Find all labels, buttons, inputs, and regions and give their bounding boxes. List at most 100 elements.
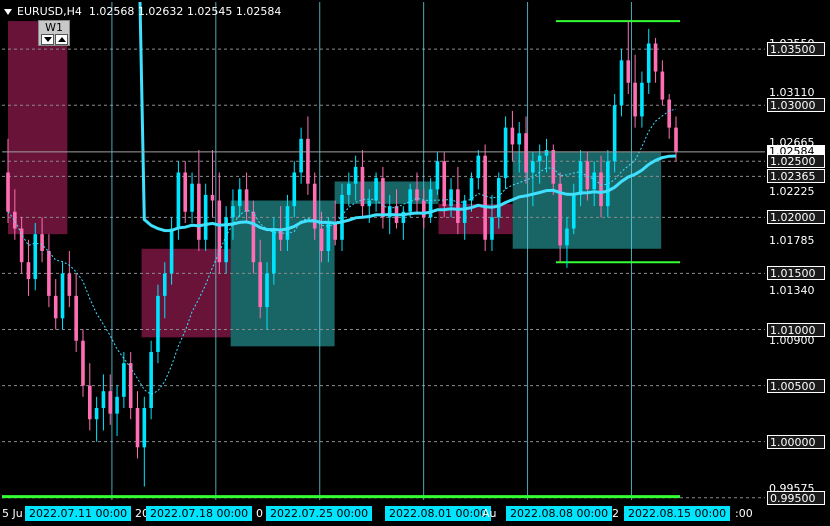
time-axis-label: 2022.08.15 00:00 xyxy=(624,506,731,521)
candle-body xyxy=(353,166,358,184)
zone-bear-1 xyxy=(141,248,231,338)
candle-body xyxy=(74,295,78,341)
price-axis-label: 1.03000 xyxy=(767,98,825,113)
candle-body xyxy=(135,408,140,448)
candle-body xyxy=(524,133,528,173)
candle-body xyxy=(231,206,235,218)
candle-body xyxy=(299,138,303,173)
candle-body xyxy=(197,183,201,240)
candle-body xyxy=(292,172,297,207)
candle-body xyxy=(674,127,678,153)
price-axis-label: 1.03500 xyxy=(767,42,825,57)
candle-body xyxy=(47,251,51,296)
candle-body xyxy=(565,228,569,246)
candle-body xyxy=(319,228,324,251)
candle-body xyxy=(183,172,188,212)
candle-body xyxy=(115,396,119,414)
candle-body xyxy=(67,273,72,296)
candle-body xyxy=(599,172,603,207)
candle-body xyxy=(244,189,249,212)
time-axis-label: 2 xyxy=(612,507,619,520)
candle-body xyxy=(33,234,38,280)
candle-body xyxy=(367,200,372,207)
candle-body xyxy=(544,150,549,156)
candle-body xyxy=(251,211,256,263)
candle-body xyxy=(40,234,44,251)
candle-body xyxy=(510,127,515,145)
price-axis-label: 1.01340 xyxy=(769,284,815,298)
candle-body xyxy=(517,133,522,145)
candle-body xyxy=(646,43,651,83)
price-axis-label: 1.01785 xyxy=(769,234,815,248)
candle-body xyxy=(551,150,556,184)
candle-body xyxy=(374,178,378,201)
candle-body xyxy=(326,222,331,251)
candle-body xyxy=(108,391,113,414)
candle-body xyxy=(578,161,583,195)
candle-body xyxy=(503,127,508,179)
candle-body xyxy=(571,194,576,229)
price-axis-label: 1.00900 xyxy=(769,333,815,347)
candle-body xyxy=(210,194,215,201)
ohlc-readout: 1.02568 1.02632 1.02545 1.02584 xyxy=(88,5,282,18)
candle-body xyxy=(162,273,167,296)
price-axis-label: 1.02225 xyxy=(769,185,815,199)
candle-body xyxy=(258,262,263,308)
price-axis-label: 0.99500 xyxy=(767,490,825,505)
zone-bear-0 xyxy=(8,21,68,235)
candle-body xyxy=(619,60,624,106)
candle-body xyxy=(272,228,276,274)
candle-body xyxy=(537,155,542,162)
candle-body xyxy=(449,189,453,207)
chart-area[interactable]: EURUSD,H4 1.02568 1.02632 1.02545 1.0258… xyxy=(0,0,830,526)
price-axis-label: 1.01500 xyxy=(767,266,825,281)
candle-body xyxy=(483,155,487,240)
candle-body xyxy=(469,178,474,201)
time-axis-label: 2022.08.01 00:00 xyxy=(385,506,492,521)
candle-body xyxy=(633,82,637,117)
candle-body xyxy=(176,172,181,229)
candle-body xyxy=(149,351,153,409)
price-axis-label: 1.00500 xyxy=(767,378,825,393)
candle-body xyxy=(203,194,208,240)
time-axis-label: 2022.07.25 00:00 xyxy=(266,506,373,521)
candle-body xyxy=(265,273,269,308)
time-axis-label: 2022.07.18 00:00 xyxy=(146,506,253,521)
time-axis-label: Au xyxy=(482,507,497,520)
time-axis-label: 0 xyxy=(256,507,263,520)
candle-body xyxy=(456,189,460,223)
candle-body xyxy=(585,161,590,190)
candle-body xyxy=(13,211,17,229)
timeframe-down-icon[interactable] xyxy=(41,34,54,45)
symbol-info: EURUSD,H4 xyxy=(17,5,82,18)
candle-body xyxy=(476,155,481,179)
candle-body xyxy=(660,71,665,100)
dropdown-triangle-icon[interactable] xyxy=(4,9,12,15)
candle-body xyxy=(653,43,658,72)
chart-title-bar: EURUSD,H4 1.02568 1.02632 1.02545 1.0258… xyxy=(4,5,281,18)
candle-body xyxy=(60,273,65,319)
time-axis-label: 2022.08.08 00:00 xyxy=(506,506,613,521)
candle-body xyxy=(347,183,351,195)
candle-body xyxy=(612,105,617,162)
timeframe-switch-button[interactable]: W1 xyxy=(38,20,70,46)
timeframe-up-icon[interactable] xyxy=(55,34,68,45)
candle-body xyxy=(381,178,385,218)
candle-body xyxy=(122,363,126,397)
candle-body xyxy=(306,138,310,184)
candle-body xyxy=(667,99,671,128)
time-axis-label: 2022.07.11 00:00 xyxy=(25,506,132,521)
candle-body xyxy=(626,60,631,83)
candle-body xyxy=(26,262,31,280)
price-chart[interactable] xyxy=(0,0,830,526)
price-axis-label: 1.02500 xyxy=(767,154,825,169)
candle-body xyxy=(442,161,447,207)
candle-body xyxy=(6,172,10,212)
candle-body xyxy=(53,295,58,319)
candle-body xyxy=(592,172,597,190)
candle-body xyxy=(490,217,494,240)
candle-body xyxy=(217,200,222,263)
candle-body xyxy=(435,161,440,190)
candle-body xyxy=(285,206,290,240)
candle-body xyxy=(496,178,501,218)
